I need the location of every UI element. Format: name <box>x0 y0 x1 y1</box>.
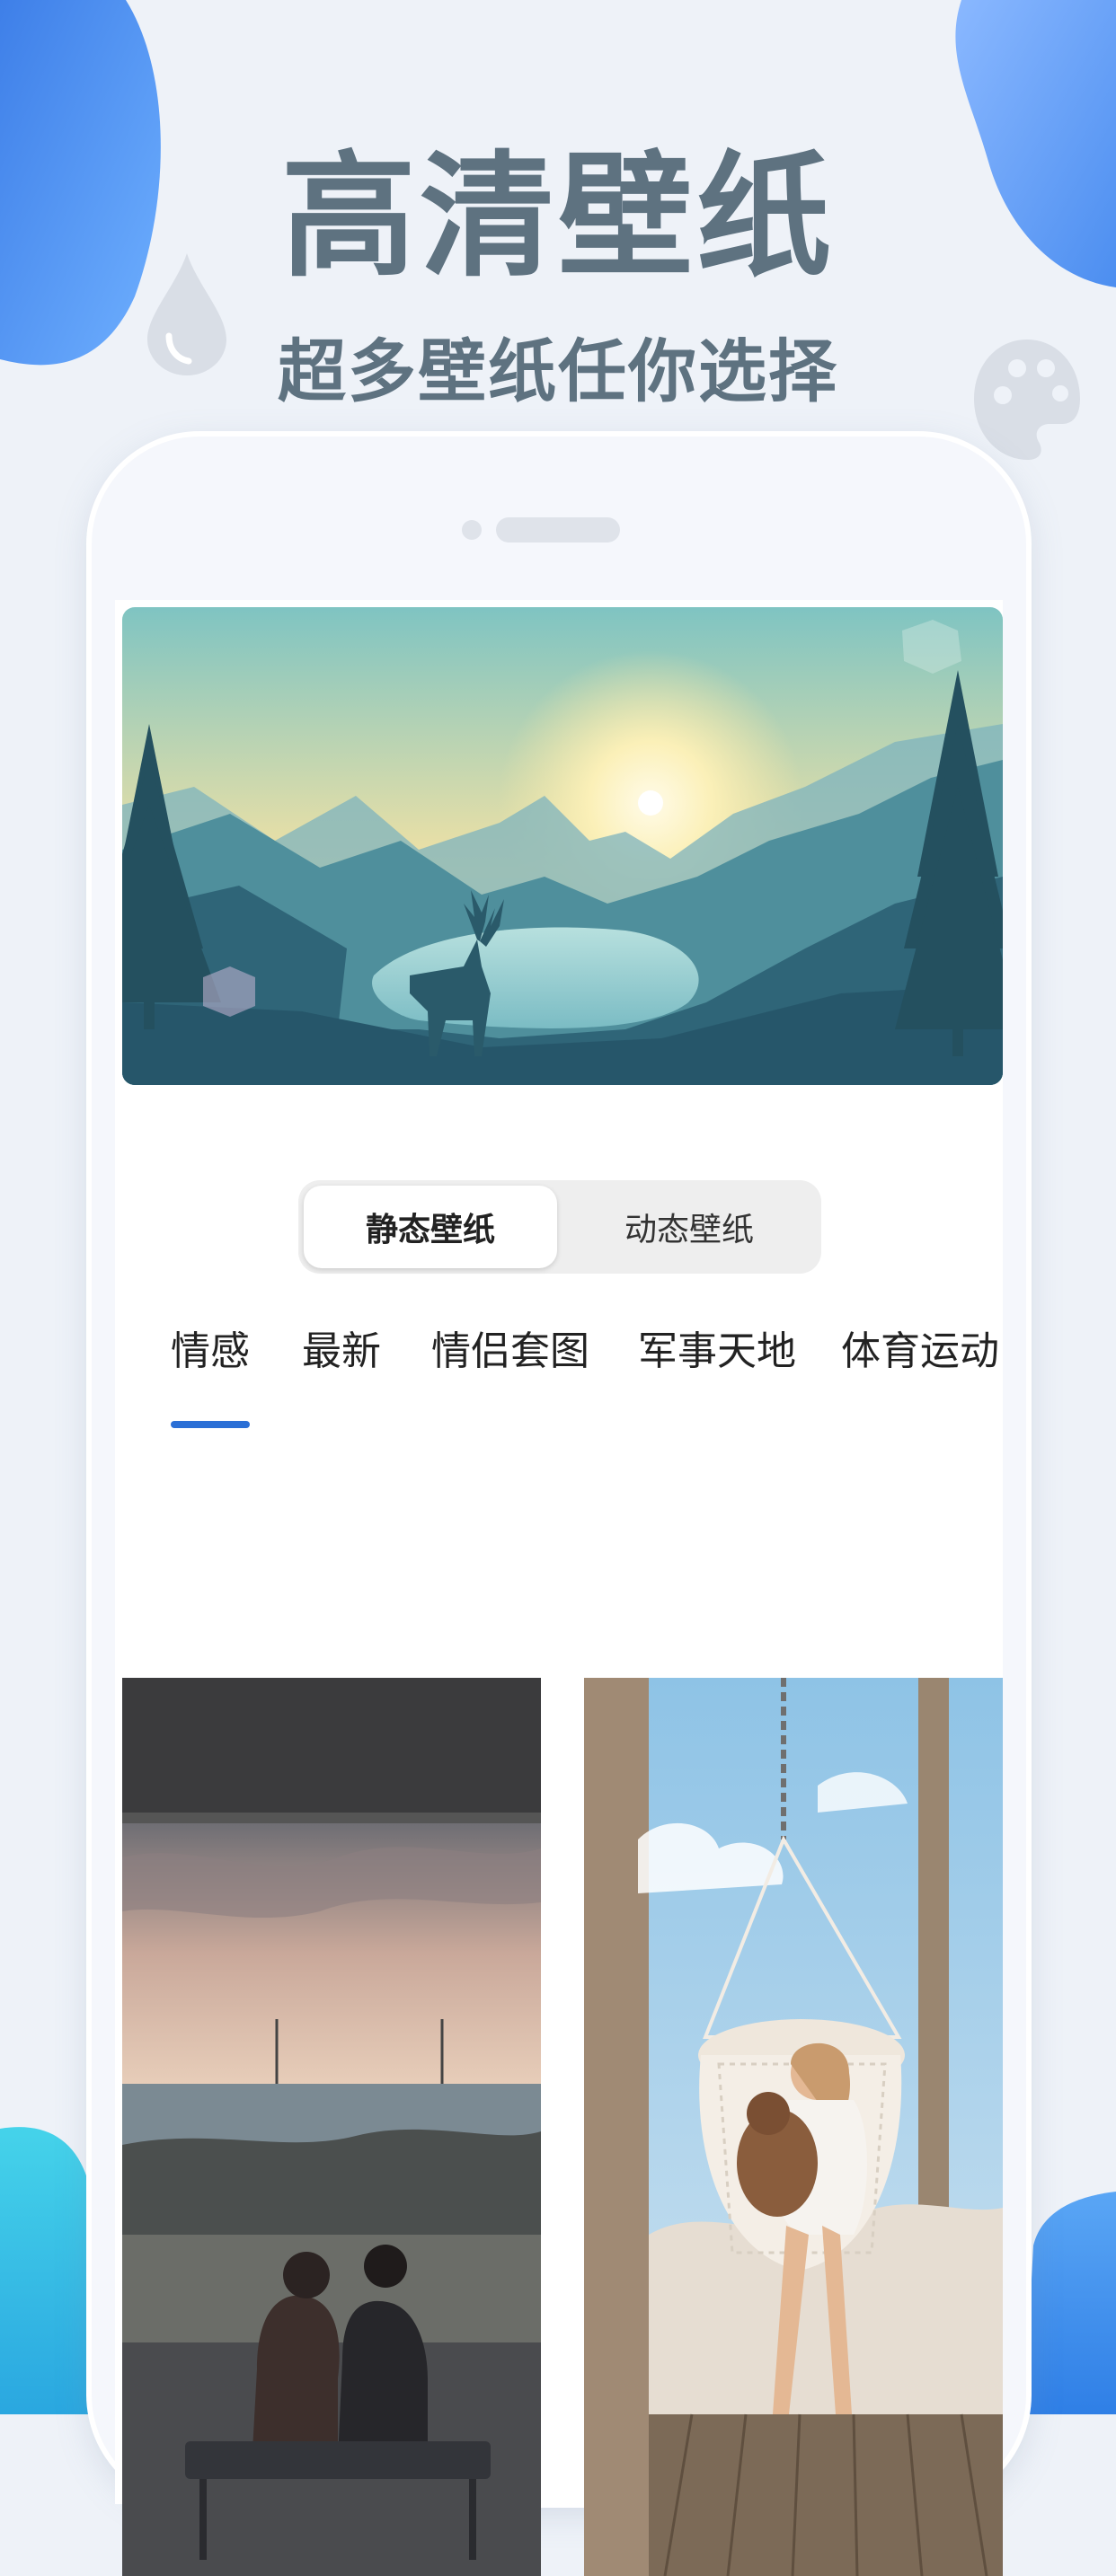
couple-window-image <box>122 1678 541 2576</box>
phone-camera <box>462 520 482 540</box>
wallpaper-type-toggle: 静态壁纸 动态壁纸 <box>298 1180 821 1274</box>
banner-landscape-image <box>122 607 1003 1085</box>
wallpaper-card[interactable] <box>122 1678 541 2576</box>
tab-military[interactable]: 军事天地 <box>638 1319 796 1376</box>
phone-speaker <box>496 517 620 543</box>
phone-frame: 静态壁纸 动态壁纸 情感 最新 情侣套图 军事天地 体育运动 <box>92 437 1026 2576</box>
featured-banner[interactable] <box>122 607 1003 1085</box>
tab-sports[interactable]: 体育运动 <box>841 1319 999 1376</box>
category-tabs: 情感 最新 情侣套图 军事天地 体育运动 <box>115 1319 1003 1444</box>
wallpaper-card[interactable] <box>584 1678 1003 2576</box>
active-tab-indicator <box>171 1421 250 1428</box>
live-wallpaper-tab[interactable]: 动态壁纸 <box>562 1186 816 1268</box>
tab-latest[interactable]: 最新 <box>302 1319 381 1376</box>
hammock-girl-image <box>584 1678 1003 2576</box>
tab-couple-sets[interactable]: 情侣套图 <box>431 1319 589 1376</box>
bottom-left-blob <box>0 2127 99 2414</box>
static-wallpaper-tab[interactable]: 静态壁纸 <box>304 1186 557 1268</box>
palette-icon <box>974 340 1080 460</box>
tab-emotion[interactable]: 情感 <box>171 1319 250 1376</box>
app-screen: 静态壁纸 动态壁纸 情感 最新 情侣套图 军事天地 体育运动 <box>115 600 1003 2576</box>
bottom-right-blob <box>1024 2192 1116 2414</box>
water-drop-icon <box>147 253 226 375</box>
